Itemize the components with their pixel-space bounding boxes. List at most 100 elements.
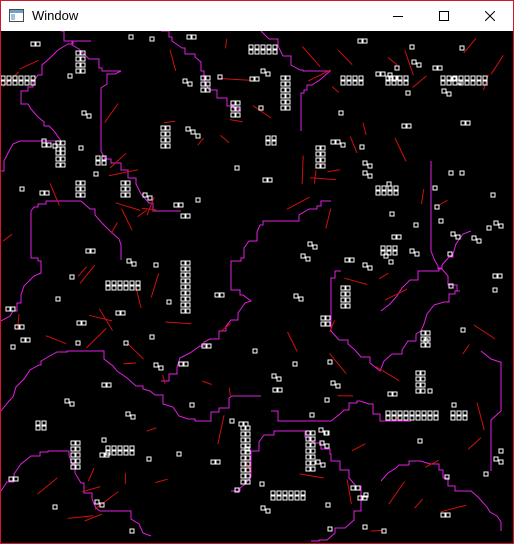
component-pad xyxy=(240,425,246,431)
component-pad xyxy=(340,291,346,297)
component-pad xyxy=(266,49,272,55)
component-pad xyxy=(320,145,326,151)
component-pad xyxy=(324,443,330,449)
component-pad xyxy=(345,285,351,291)
component-pad xyxy=(200,87,206,93)
component-pad xyxy=(195,133,201,139)
component-pad xyxy=(180,302,186,308)
component-pad xyxy=(101,160,107,166)
component-pad xyxy=(101,382,107,388)
component-pad xyxy=(80,192,86,198)
component-pad xyxy=(310,442,316,448)
minimize-button[interactable] xyxy=(375,1,421,31)
component-pad xyxy=(214,292,220,298)
component-pad xyxy=(403,415,409,421)
component-pad xyxy=(460,327,466,333)
component-pad xyxy=(300,253,306,259)
component-pad xyxy=(388,259,394,265)
trace-path xyxy=(480,350,502,471)
link-line xyxy=(309,177,336,181)
link-line xyxy=(77,266,87,277)
component-pad xyxy=(298,296,304,302)
link-line xyxy=(301,46,321,68)
component-pad xyxy=(185,302,191,308)
component-pad xyxy=(448,170,454,176)
component-pad xyxy=(115,310,121,316)
title-bar[interactable]: Window xyxy=(1,1,513,31)
component-pad xyxy=(240,479,246,485)
component-pad xyxy=(352,75,358,81)
component-pad xyxy=(420,388,426,394)
component-pad xyxy=(490,192,496,198)
component-pad xyxy=(70,446,76,452)
link-line xyxy=(137,209,148,218)
component-pad xyxy=(129,280,135,286)
component-pad xyxy=(90,248,96,254)
maximize-button[interactable] xyxy=(421,1,467,31)
component-pad xyxy=(381,185,387,191)
component-pad xyxy=(1,75,6,81)
component-pad xyxy=(292,361,298,367)
link-line xyxy=(438,199,448,206)
component-pad xyxy=(380,245,386,251)
component-pad xyxy=(267,177,273,183)
component-pad xyxy=(129,445,135,451)
component-pad xyxy=(206,343,212,349)
component-pad xyxy=(493,220,499,226)
link-line xyxy=(463,38,477,54)
component-pad xyxy=(420,370,426,376)
component-pad xyxy=(300,495,306,501)
component-pad xyxy=(409,44,415,50)
link-line xyxy=(146,427,157,432)
component-pad xyxy=(1,80,6,86)
component-pad xyxy=(117,280,123,286)
link-line xyxy=(299,473,324,479)
component-pad xyxy=(180,290,186,296)
link-line xyxy=(370,530,383,532)
component-pad xyxy=(149,36,155,42)
component-pad xyxy=(271,373,277,379)
component-pad xyxy=(111,450,117,456)
component-pad xyxy=(25,337,31,343)
component-pad xyxy=(69,274,75,280)
component-pad xyxy=(135,280,141,286)
link-line xyxy=(165,321,192,325)
component-pad xyxy=(276,490,282,496)
component-pad xyxy=(362,170,368,176)
component-pad xyxy=(259,481,265,487)
link-line xyxy=(467,437,482,450)
trace-path xyxy=(330,161,460,372)
component-pad xyxy=(123,445,129,451)
component-pad xyxy=(459,45,465,51)
component-pad xyxy=(394,65,400,71)
close-button[interactable] xyxy=(467,1,513,31)
component-pad xyxy=(380,71,386,77)
component-pad xyxy=(330,380,336,386)
link-line xyxy=(301,155,304,185)
component-pad xyxy=(391,234,397,240)
component-pad xyxy=(200,81,206,87)
component-pad xyxy=(24,80,30,86)
component-pad xyxy=(180,278,186,284)
component-pad xyxy=(160,137,166,143)
component-pad xyxy=(120,310,126,316)
component-pad xyxy=(415,370,421,376)
link-line xyxy=(490,55,504,75)
component-pad xyxy=(285,81,291,87)
component-pad xyxy=(128,34,134,40)
component-pad xyxy=(182,78,188,84)
component-pad xyxy=(450,410,456,416)
component-pad xyxy=(64,398,70,404)
link-line xyxy=(164,120,176,124)
component-pad xyxy=(210,459,216,465)
component-pad xyxy=(305,430,311,436)
component-pad xyxy=(272,387,278,393)
component-pad xyxy=(81,320,87,326)
link-line xyxy=(229,119,243,123)
component-pad xyxy=(240,467,246,473)
component-pad xyxy=(185,213,191,219)
render-canvas[interactable] xyxy=(1,31,513,543)
component-pad xyxy=(433,415,439,421)
component-pad xyxy=(391,415,397,421)
component-pad xyxy=(325,502,331,508)
